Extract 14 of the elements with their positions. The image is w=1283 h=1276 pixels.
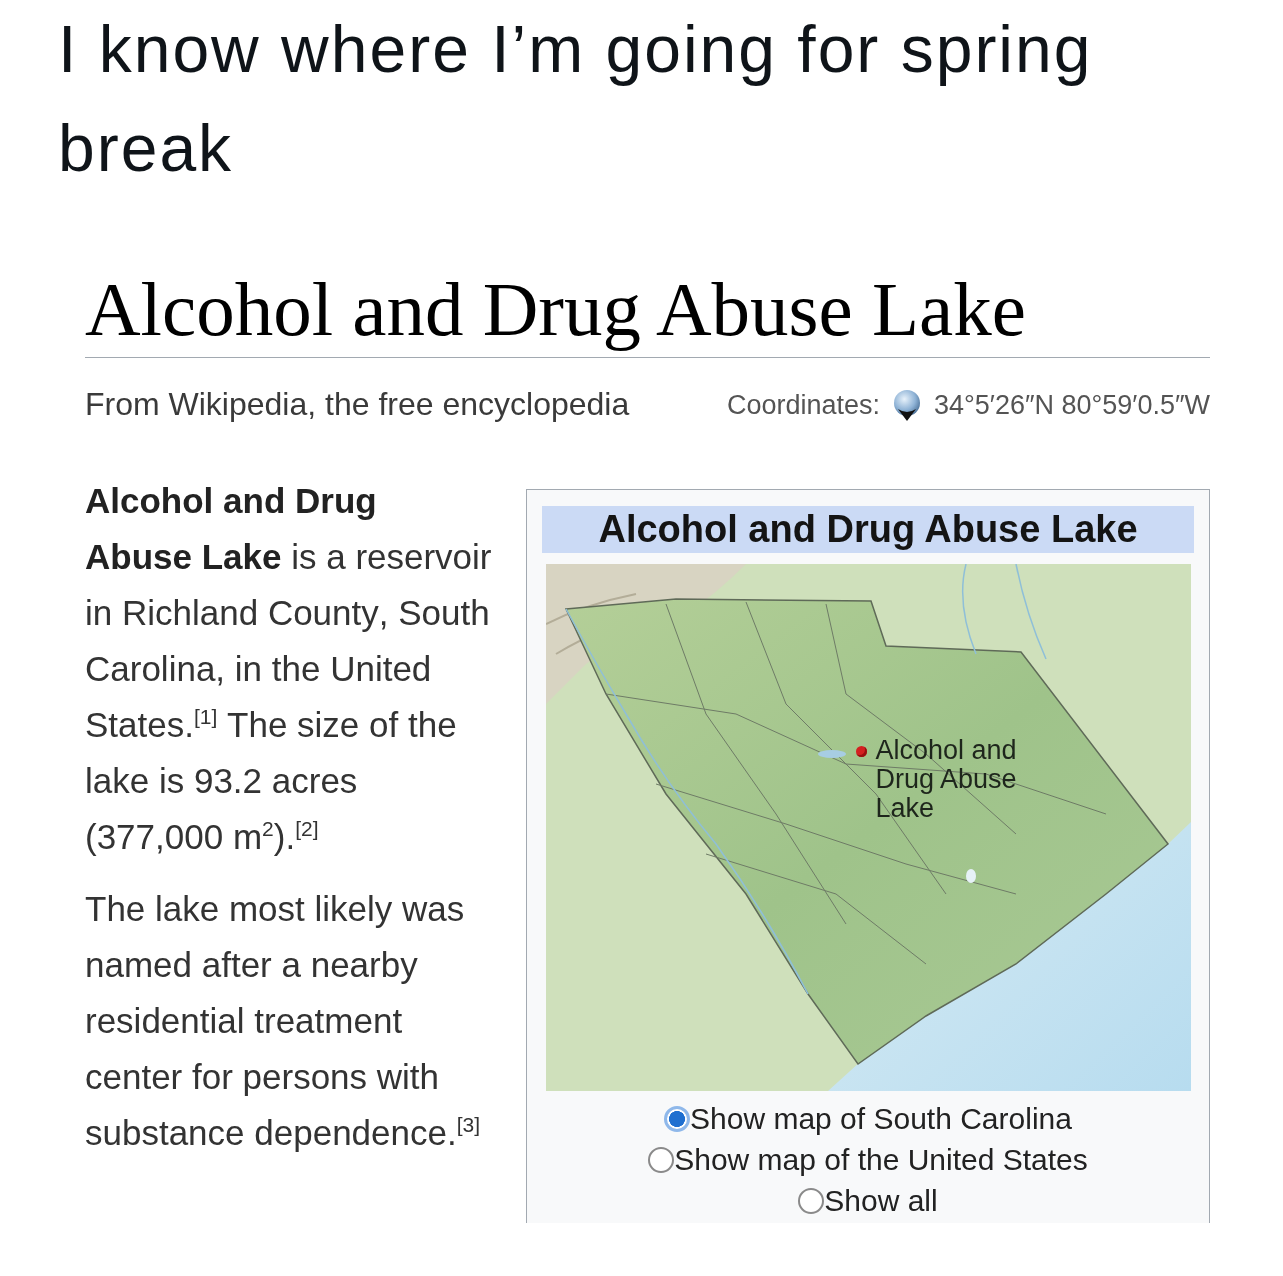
location-dot-icon [855, 746, 867, 757]
radio-option[interactable]: Show all [798, 1180, 938, 1221]
radio-option[interactable]: Show map of the United States [648, 1139, 1088, 1180]
globe-icon [892, 388, 922, 421]
article-title: Alcohol and Drug Abuse Lake [85, 267, 1026, 352]
coordinates-text: 34°5′26″N 80°59′0.5″W [934, 388, 1210, 421]
infobox-caption: Alcohol and Drug Abuse Lake [542, 506, 1194, 553]
tagline-text: From Wikipedia, the free encyclopedia [85, 386, 630, 423]
coordinates-label: Coordinates: [726, 388, 880, 421]
post-text: I know where I’m going for spring break [58, 11, 1094, 187]
map-label: Alcohol and Drug Abuse Lake [875, 736, 1018, 823]
article-paragraph: Alcohol and Drug Abuse Lake is a reservoir in Richland County, South Carolina, in the United States.$^{[1]}$ The size of the lake is 93.2 acres (377,000 m$^{2}$).$^{[2]}$ [85, 480, 493, 858]
article-paragraph: The lake most likely was named after a nearby residential treatment center for persons with substance dependence.$^{[3]}$ [85, 888, 482, 1154]
radio-option[interactable]: Show map of South Carolina [664, 1098, 1072, 1139]
